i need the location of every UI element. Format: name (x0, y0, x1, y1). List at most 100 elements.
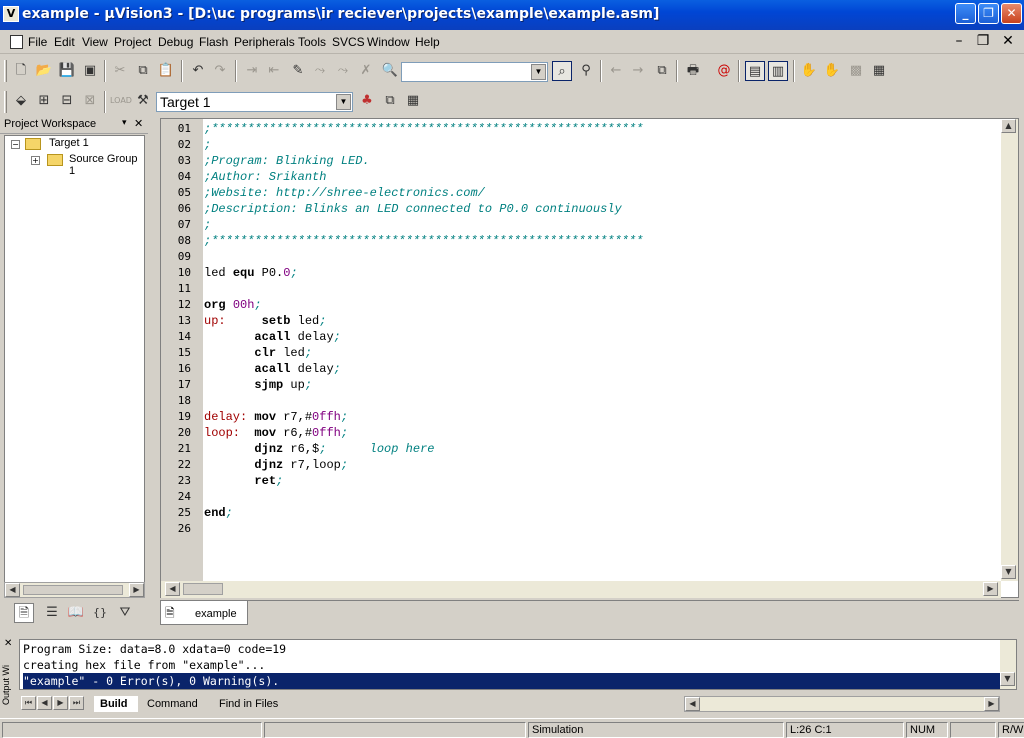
title-bar[interactable]: V example - µVision3 - [D:\uc programs\i… (0, 0, 1024, 30)
redo-icon[interactable]: ↷ (210, 61, 230, 81)
workspace-window-icon[interactable]: ▤ (745, 61, 765, 81)
output-vertical-scrollbar[interactable]: ▼ (1000, 640, 1016, 689)
code-editor[interactable]: 01 02 03 04 05 06 07 08 09 10 11 12 13 1… (160, 118, 1019, 598)
editor-vertical-scrollbar[interactable]: ▲ ▼ (1001, 119, 1018, 581)
hand-icon[interactable]: ✋ (799, 61, 819, 81)
tab-example[interactable]: 🗎 example (160, 601, 248, 625)
bookmark-toggle-icon[interactable]: ✎ (288, 61, 308, 81)
mdi-restore-button[interactable]: ❐ (974, 33, 992, 51)
back-arrow-icon[interactable]: ← (606, 61, 626, 81)
code-line[interactable]: sjmp up; (204, 377, 312, 393)
output-window-icon[interactable]: ▥ (768, 61, 788, 81)
undo-icon[interactable]: ↶ (188, 61, 208, 81)
toolbar-grip[interactable] (4, 91, 7, 113)
code-line[interactable]: ; (204, 137, 211, 153)
code-line[interactable]: loop: mov r6,#0ffh; (204, 425, 348, 441)
mdi-close-button[interactable]: ✕ (999, 33, 1017, 51)
uvision-app-icon[interactable]: V (3, 6, 19, 22)
code-line[interactable]: end; (204, 505, 233, 521)
collapse-icon[interactable]: − (11, 140, 20, 149)
workspace-horizontal-scrollbar[interactable]: ◀ ▶ (4, 582, 145, 598)
bookmark-next-icon[interactable]: ⤳ (310, 61, 330, 81)
code-line[interactable]: delay: mov r7,#0ffh; (204, 409, 348, 425)
manage-books-icon[interactable]: ▦ (403, 91, 423, 111)
target-options-icon[interactable]: ⚒ (133, 91, 153, 111)
scroll-right-icon[interactable]: ▶ (129, 583, 144, 597)
find-in-files-icon[interactable]: 🔍 (380, 61, 400, 81)
menu-flash[interactable]: Flash (199, 35, 228, 49)
unindent-icon[interactable]: ⇤ (264, 61, 284, 81)
save-icon[interactable]: 💾 (57, 61, 77, 81)
first-tab-icon[interactable]: ⏮ (21, 696, 36, 710)
scroll-thumb[interactable] (183, 583, 223, 595)
configure-icon[interactable]: ▦ (869, 61, 889, 81)
books-tab-icon[interactable]: 📖 (66, 603, 86, 623)
tree-item-target[interactable]: Target 1 (49, 137, 89, 149)
build-output-text[interactable]: Program Size: data=8.0 xdata=0 code=19 c… (19, 639, 1017, 690)
minimize-button[interactable]: _ (955, 3, 976, 24)
chevron-down-icon[interactable]: ▼ (531, 64, 546, 80)
scroll-thumb[interactable] (23, 585, 123, 595)
mdi-minimize-button[interactable]: – (950, 33, 968, 51)
code-line[interactable]: led equ P0.0; (204, 265, 298, 281)
bookmark-clear-icon[interactable]: ✗ (356, 61, 376, 81)
components-icon[interactable]: ♣ (357, 91, 377, 111)
copy-icon[interactable]: ⧉ (133, 61, 153, 81)
code-line[interactable]: ;Author: Srikanth (204, 169, 326, 185)
code-line[interactable]: ;***************************************… (204, 233, 643, 249)
bookmark-prev-icon[interactable]: ⤳ (333, 61, 353, 81)
translate-icon[interactable]: ⬙ (11, 91, 31, 111)
file-extensions-icon[interactable]: ⧉ (380, 91, 400, 111)
menu-svcs[interactable]: SVCS (332, 35, 365, 49)
code-line[interactable]: ;Program: Blinking LED. (204, 153, 370, 169)
tab-find-in-files[interactable]: Find in Files (219, 696, 278, 712)
files-tab-icon[interactable]: 🗎 (14, 603, 34, 623)
functions-tab-icon[interactable]: {} (90, 603, 110, 623)
menu-help[interactable]: Help (415, 35, 440, 49)
close-icon[interactable]: ✕ (134, 117, 143, 130)
debug-session-icon[interactable]: @ (714, 61, 734, 81)
chevron-down-icon[interactable]: ▼ (336, 94, 351, 110)
scroll-left-icon[interactable]: ◀ (685, 697, 700, 711)
project-tree[interactable]: − Target 1 + Source Group 1 (4, 135, 145, 583)
scroll-right-icon[interactable]: ▶ (983, 582, 998, 596)
new-file-icon[interactable]: 🗋 (11, 61, 31, 81)
menu-debug[interactable]: Debug (158, 35, 193, 49)
scroll-left-icon[interactable]: ◀ (5, 583, 20, 597)
output-line-selected[interactable]: "example" - 0 Error(s), 0 Warning(s). (23, 673, 1003, 689)
prev-tab-icon[interactable]: ◀ (37, 696, 52, 710)
scroll-down-icon[interactable]: ▼ (1001, 565, 1016, 579)
save-all-icon[interactable]: ▣ (80, 61, 100, 81)
document-icon[interactable] (10, 35, 23, 49)
editor-horizontal-scrollbar[interactable]: ◀ ▶ (161, 581, 1001, 598)
find-binoculars-icon[interactable]: ⌕ (552, 61, 572, 81)
scroll-right-icon[interactable]: ▶ (984, 697, 999, 711)
build-target-icon[interactable]: ⊞ (34, 91, 54, 111)
code-line[interactable]: clr led; (204, 345, 312, 361)
stop-build-icon[interactable]: ⊠ (80, 91, 100, 111)
code-line[interactable]: up: setb led; (204, 313, 326, 329)
menu-window[interactable]: Window (367, 35, 410, 49)
toolbar-grip[interactable] (4, 60, 7, 82)
restore-button[interactable]: ❐ (978, 3, 999, 24)
indent-icon[interactable]: ⇥ (242, 61, 262, 81)
code-line[interactable]: org 00h; (204, 297, 262, 313)
next-tab-icon[interactable]: ▶ (53, 696, 68, 710)
menu-file[interactable]: File (28, 35, 47, 49)
code-line[interactable]: ;Website: http://shree-electronics.com/ (204, 185, 485, 201)
code-line[interactable]: ;***************************************… (204, 121, 643, 137)
target-select[interactable]: Target 1 ▼ (156, 92, 353, 112)
cut-icon[interactable]: ✂ (110, 61, 130, 81)
close-button[interactable]: ✕ (1001, 3, 1022, 24)
find-combo[interactable]: ▼ (401, 62, 548, 82)
close-icon[interactable]: ✕ (4, 638, 12, 649)
paste-icon[interactable]: 📋 (156, 61, 176, 81)
tree-item-source-group[interactable]: Source Group 1 (69, 153, 144, 177)
scroll-left-icon[interactable]: ◀ (165, 582, 180, 596)
expand-icon[interactable]: + (31, 156, 40, 165)
rebuild-all-icon[interactable]: ⊟ (57, 91, 77, 111)
last-tab-icon[interactable]: ⏭ (69, 696, 84, 710)
code-line[interactable]: djnz r6,$; loop here (204, 441, 434, 457)
output-horizontal-scrollbar[interactable]: ◀ ▶ (684, 696, 1000, 712)
open-file-icon[interactable]: 📂 (34, 61, 54, 81)
